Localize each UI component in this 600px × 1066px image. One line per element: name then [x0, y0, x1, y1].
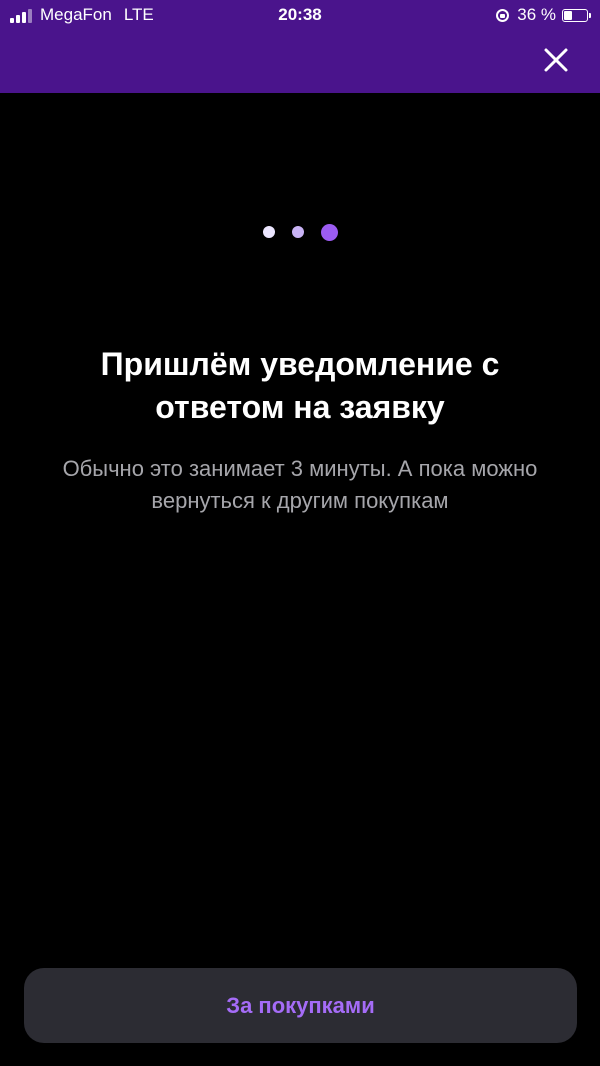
status-bar: MegaFon LTE 20:38 36 % [0, 0, 600, 30]
status-right: 36 % [496, 5, 591, 25]
close-button[interactable] [542, 46, 570, 74]
page-title: Пришлём уведомление с ответом на заявку [100, 346, 500, 425]
page-subtitle: Обычно это занимает 3 минуты. А пока мож… [62, 456, 538, 513]
step-dot-1 [262, 226, 275, 238]
rotation-lock-icon [496, 8, 510, 22]
progress-stepper [0, 224, 600, 241]
battery-fill [564, 10, 572, 20]
close-icon [544, 48, 568, 72]
top-bar: MegaFon LTE 20:38 36 % [0, 0, 600, 93]
go-shopping-button[interactable]: За покупками [24, 968, 577, 1043]
step-dot-3 [320, 224, 338, 241]
battery-icon [562, 8, 591, 22]
battery-percent: 36 % [517, 5, 556, 24]
screen: MegaFon LTE 20:38 36 % Пришлём уведомлен… [0, 0, 600, 1066]
step-dot-2 [291, 226, 304, 238]
